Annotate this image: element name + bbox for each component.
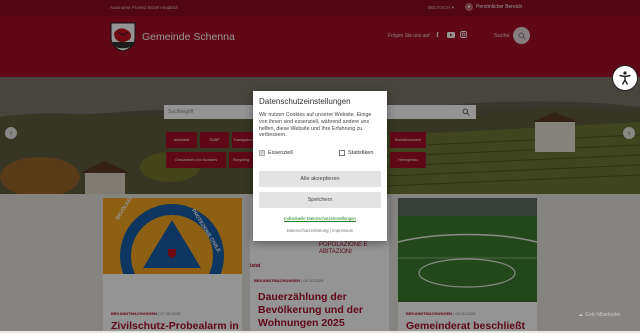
cookie-dialog-text: Wir nutzen Cookies auf unserer Website. … bbox=[259, 112, 372, 139]
cookie-dialog-title: Datenschutzeinstellungen bbox=[259, 97, 351, 106]
accessibility-icon bbox=[619, 71, 631, 85]
cookie-consent-dialog: Datenschutzeinstellungen Wir nutzen Cook… bbox=[253, 91, 387, 241]
checkbox-checked-icon: ✓ bbox=[259, 150, 265, 156]
custom-privacy-settings-link[interactable]: Individuelle Datenschutzeinstellungen bbox=[253, 216, 387, 221]
cloud-icon: ☁ bbox=[578, 312, 583, 318]
save-button[interactable]: Speichern bbox=[259, 192, 381, 208]
imprint-link[interactable]: Impressum bbox=[332, 228, 353, 233]
privacy-policy-link[interactable]: Datenschutzerklärung bbox=[287, 228, 329, 233]
essential-label: Essenziell bbox=[268, 150, 293, 156]
statistics-label: Statistiken bbox=[348, 150, 374, 156]
accessibility-button[interactable] bbox=[612, 65, 638, 91]
accept-all-button[interactable]: Alle akzeptieren bbox=[259, 171, 381, 187]
essential-cookies-checkbox[interactable]: ✓ Essenziell bbox=[259, 150, 293, 156]
checkbox-unchecked-icon bbox=[339, 150, 345, 156]
statistics-cookies-checkbox[interactable]: Statistiken bbox=[339, 150, 373, 156]
watermark-text: Gobi Mitarbeiter bbox=[585, 312, 621, 318]
watermark: ☁ Gobi Mitarbeiter bbox=[578, 312, 621, 318]
privacy-links: Datenschutzerklärung | Impressum bbox=[286, 228, 354, 233]
